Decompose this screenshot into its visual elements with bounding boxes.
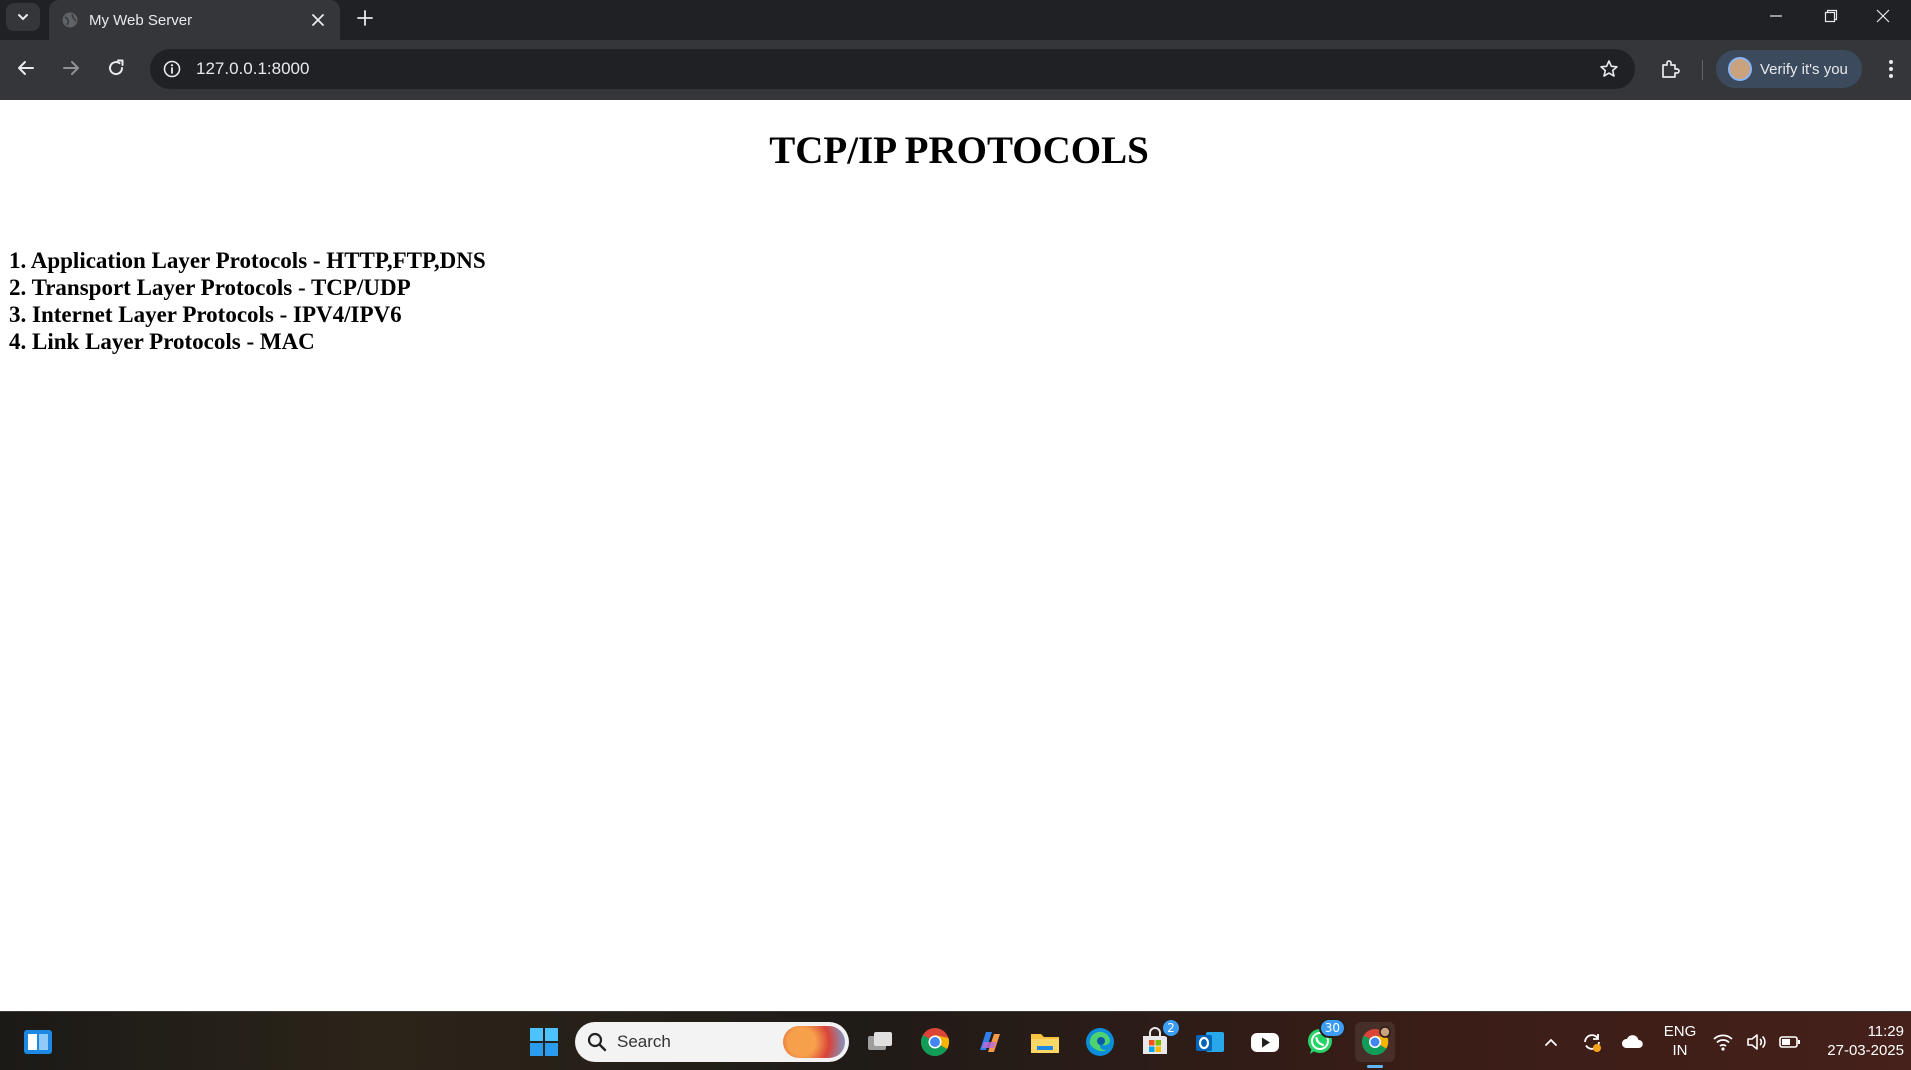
battery-icon — [1778, 1036, 1800, 1048]
protocol-list: 1. Application Layer Protocols - HTTP,FT… — [9, 247, 486, 355]
widgets-button[interactable] — [22, 1026, 54, 1058]
minimize-button[interactable] — [1748, 0, 1804, 32]
extensions-button[interactable] — [1652, 51, 1688, 87]
plus-icon — [357, 10, 373, 26]
tab-title: My Web Server — [89, 11, 193, 29]
search-highlight-image — [783, 1026, 845, 1058]
windows-logo-icon — [530, 1028, 558, 1056]
volume-icon — [1747, 1034, 1766, 1050]
star-icon — [1600, 60, 1618, 77]
taskbar-chrome-active[interactable] — [1355, 1022, 1395, 1068]
sync-status-button[interactable] — [1572, 1022, 1612, 1062]
forward-button[interactable] — [53, 50, 89, 86]
protocol-item-application: 1. Application Layer Protocols - HTTP,FT… — [9, 248, 486, 273]
close-icon — [312, 14, 324, 26]
reload-button[interactable] — [98, 50, 134, 86]
tab-my-web-server[interactable]: My Web Server — [49, 0, 340, 40]
clock[interactable]: 11:29 27-03-2025 — [1808, 1022, 1904, 1060]
taskbar-search[interactable]: Search — [575, 1022, 849, 1062]
search-icon — [587, 1032, 607, 1052]
page-title: TCP/IP PROTOCOLS — [769, 129, 1149, 172]
back-button[interactable] — [8, 50, 44, 86]
clock-date: 27-03-2025 — [1827, 1042, 1904, 1059]
taskbar-copilot[interactable] — [970, 1022, 1010, 1062]
close-icon — [1876, 9, 1890, 23]
copilot-icon — [980, 1032, 1000, 1052]
taskbar-whatsapp[interactable]: 30 — [1300, 1018, 1346, 1062]
folder-icon — [1031, 1034, 1059, 1053]
new-tab-button[interactable] — [350, 3, 380, 33]
restore-icon — [1824, 9, 1838, 23]
start-button[interactable] — [524, 1022, 564, 1062]
youtube-icon — [1251, 1033, 1279, 1052]
browser-titlebar: My Web Server — [0, 0, 1911, 40]
puzzle-icon — [1662, 60, 1680, 78]
clock-time: 11:29 — [1867, 1023, 1904, 1040]
sync-icon — [1584, 1034, 1601, 1052]
onedrive-button[interactable] — [1612, 1022, 1652, 1062]
profile-button[interactable]: Verify it's you — [1716, 50, 1862, 88]
protocol-item-transport: 2. Transport Layer Protocols - TCP/UDP — [9, 275, 411, 300]
wifi-icon — [1713, 1034, 1733, 1051]
widgets-icon — [24, 1030, 52, 1054]
arrow-left-icon — [18, 61, 34, 75]
tab-search-button[interactable] — [6, 3, 40, 31]
language-code: ENG — [1663, 1023, 1697, 1040]
taskbar-microsoft-store[interactable]: 2 — [1135, 1018, 1181, 1062]
cloud-icon — [1621, 1035, 1643, 1048]
minimize-icon — [1770, 15, 1782, 17]
info-icon — [163, 60, 181, 78]
edge-icon — [1086, 1028, 1114, 1056]
taskbar-outlook[interactable] — [1190, 1022, 1230, 1062]
chrome-profile-icon — [1361, 1026, 1391, 1056]
window-close-button[interactable] — [1855, 0, 1911, 32]
browser-menu-button[interactable] — [1876, 51, 1906, 87]
protocol-item-internet: 3. Internet Layer Protocols - IPV4/IPV6 — [9, 302, 402, 327]
windows-taskbar: Search 2 30 ENG IN 11:29 27-03-2025 — [0, 1011, 1911, 1070]
site-info-button[interactable] — [154, 51, 190, 87]
chrome-icon — [921, 1028, 950, 1056]
avatar — [1728, 57, 1752, 81]
taskbar-edge[interactable] — [1080, 1022, 1120, 1062]
bookmark-button[interactable] — [1591, 51, 1627, 87]
profile-label: Verify it's you — [1760, 60, 1848, 78]
taskbar-youtube[interactable] — [1245, 1022, 1285, 1062]
chevron-down-icon — [18, 14, 28, 21]
show-hidden-icons-button[interactable] — [1531, 1022, 1571, 1062]
store-notification-badge: 2 — [1161, 1018, 1181, 1038]
tab-close-button[interactable] — [306, 8, 330, 32]
taskbar-chrome[interactable] — [915, 1022, 955, 1062]
taskbar-file-explorer[interactable] — [1025, 1022, 1065, 1062]
quick-settings-button[interactable] — [1707, 1022, 1807, 1062]
toolbar-divider — [1702, 60, 1703, 80]
address-bar[interactable]: 127.0.0.1:8000 — [150, 49, 1635, 89]
region-code: IN — [1672, 1042, 1688, 1059]
active-app-indicator — [1367, 1065, 1383, 1068]
more-vertical-icon — [1889, 60, 1893, 78]
task-view-button[interactable] — [860, 1022, 900, 1062]
language-indicator[interactable]: ENG IN — [1656, 1022, 1704, 1060]
browser-toolbar: 127.0.0.1:8000 Verify it's you — [0, 40, 1911, 100]
url-text[interactable]: 127.0.0.1:8000 — [196, 59, 1591, 79]
restore-button[interactable] — [1803, 0, 1859, 32]
task-view-icon — [868, 1032, 892, 1050]
whatsapp-notification-badge: 30 — [1318, 1018, 1346, 1038]
reload-icon — [109, 59, 124, 76]
arrow-right-icon — [63, 61, 79, 75]
protocol-item-link: 4. Link Layer Protocols - MAC — [9, 329, 315, 354]
globe-icon — [61, 11, 79, 29]
outlook-icon — [1196, 1032, 1224, 1052]
search-placeholder: Search — [617, 1032, 671, 1051]
web-page: TCP/IP PROTOCOLS 1. Application Layer Pr… — [0, 100, 1911, 1011]
chevron-up-icon — [1545, 1038, 1557, 1046]
